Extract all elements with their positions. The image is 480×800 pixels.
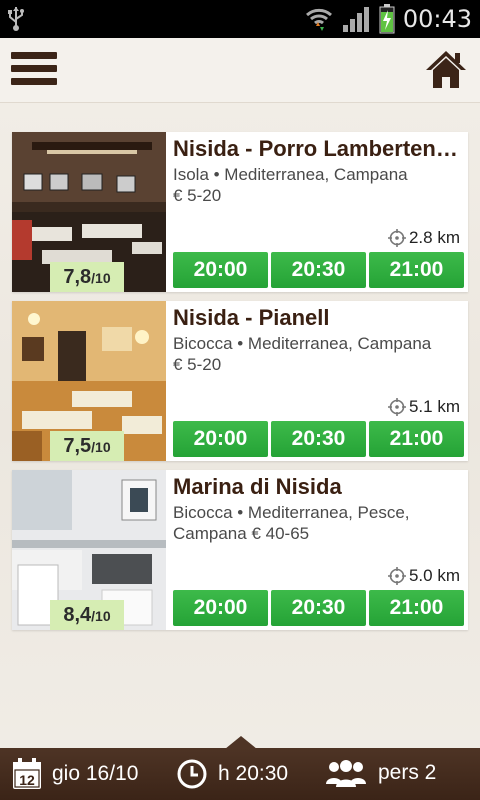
search-params-bar: 12 gio 16/10 h 20:30 pers 2	[0, 736, 480, 800]
calendar-day: 12	[19, 772, 35, 788]
timeslot-button[interactable]: 20:30	[271, 252, 366, 288]
time-label: h 20:30	[218, 762, 289, 785]
restaurant-name: Marina di Nisida	[173, 474, 342, 499]
clock-icon	[177, 759, 207, 789]
people-selector[interactable]: pers 2	[324, 758, 436, 788]
bar-notch	[225, 736, 257, 749]
distance: 5.0 km	[387, 566, 460, 586]
timeslot-group: 20:00 20:30 21:00	[173, 252, 464, 288]
restaurant-name: Nisida - Pianell	[173, 305, 330, 330]
restaurant-meta: Isola • Mediterranea, Campana € 5-20	[173, 164, 463, 206]
battery-charging-icon	[379, 4, 395, 34]
timeslot-button[interactable]: 20:00	[173, 421, 268, 457]
restaurant-photo: 7,5/10	[12, 301, 166, 461]
timeslot-button[interactable]: 21:00	[369, 252, 464, 288]
rating-badge: 8,4/10	[50, 600, 124, 630]
restaurant-meta: Bicocca • Mediterranea, Pesce, Campana €…	[173, 503, 410, 543]
timeslot-button[interactable]: 20:30	[271, 590, 366, 626]
restaurant-card[interactable]: 7,5/10 Nisida - Pianell Bicocca • Medite…	[12, 301, 468, 461]
signal-icon	[342, 7, 369, 32]
date-label: gio 16/10	[52, 762, 139, 785]
restaurant-list: 7,8/10 Nisida - Porro Lamberten… Isola •…	[0, 103, 480, 748]
timeslot-button[interactable]: 20:00	[173, 252, 268, 288]
price-range: € 40-65	[251, 524, 310, 543]
restaurant-name: Nisida - Porro Lamberten…	[173, 136, 458, 161]
restaurant-photo: 8,4/10	[12, 470, 166, 630]
timeslot-button[interactable]: 20:00	[173, 590, 268, 626]
wifi-icon	[305, 8, 332, 31]
status-bar: 00:43	[0, 0, 480, 38]
location-target-icon	[387, 398, 406, 416]
distance: 2.8 km	[387, 228, 460, 248]
timeslot-button[interactable]: 20:30	[271, 421, 366, 457]
date-selector[interactable]: 12 gio 16/10	[12, 758, 138, 790]
rating-badge: 7,8/10	[50, 262, 124, 292]
timeslot-button[interactable]: 21:00	[369, 590, 464, 626]
price-range: € 5-20	[173, 355, 222, 374]
status-clock: 00:43	[402, 5, 472, 33]
price-range: € 5-20	[173, 186, 222, 205]
time-selector[interactable]: h 20:30	[176, 758, 288, 790]
timeslot-group: 20:00 20:30 21:00	[173, 421, 464, 457]
timeslot-button[interactable]: 21:00	[369, 421, 464, 457]
restaurant-meta: Bicocca • Mediterranea, Campana € 5-20	[173, 333, 463, 375]
distance: 5.1 km	[387, 397, 460, 417]
people-icon	[326, 760, 366, 787]
restaurant-photo: 7,8/10	[12, 132, 166, 292]
rating-badge: 7,5/10	[50, 431, 124, 461]
hamburger-menu-icon[interactable]	[11, 52, 57, 88]
location-target-icon	[387, 567, 406, 585]
restaurant-card[interactable]: 8,4/10 Marina di Nisida Bicocca • Medite…	[12, 470, 468, 630]
app-header	[0, 38, 480, 103]
usb-icon	[8, 7, 24, 31]
people-label: pers 2	[378, 761, 437, 784]
home-icon[interactable]	[424, 48, 468, 90]
calendar-icon: 12	[13, 758, 41, 789]
location-target-icon	[387, 229, 406, 247]
timeslot-group: 20:00 20:30 21:00	[173, 590, 464, 626]
restaurant-card[interactable]: 7,8/10 Nisida - Porro Lamberten… Isola •…	[12, 132, 468, 292]
